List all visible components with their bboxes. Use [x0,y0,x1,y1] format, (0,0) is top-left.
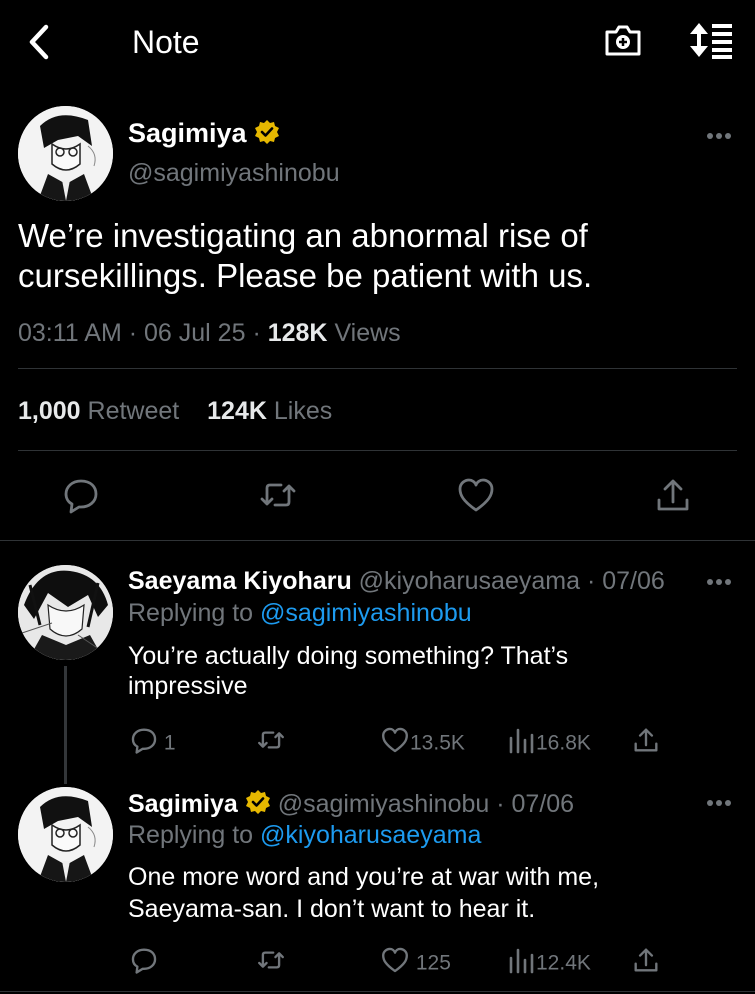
avatar[interactable] [18,106,113,201]
page-title: Note [132,24,200,60]
retweet-action[interactable] [256,726,286,762]
replying-to-link[interactable]: @kiyoharusaeyama [260,821,481,849]
reply-count: 1 [163,731,176,755]
like-icon [380,946,410,982]
like-action[interactable]: 13.5K [380,726,465,762]
share-action[interactable] [632,726,660,762]
views-label: Views [334,319,401,347]
verified-icon [245,789,271,822]
like-icon [380,726,410,762]
retweet-label[interactable]: Retweet [88,397,180,425]
share-icon[interactable] [654,476,692,514]
reply-text-line1: You’re actually doing something? That’s [128,642,569,670]
reply-action[interactable] [130,946,158,982]
engagement-row: 1,000 Retweet 124K Likes [18,396,332,426]
views-count: 128K [267,319,328,347]
views-action[interactable]: 16.8K [508,726,591,762]
share-action[interactable] [632,946,660,982]
divider [0,540,755,541]
retweet-icon [256,946,286,982]
reply-date: · 07/06 [496,790,575,818]
replying-prefix: Replying to [128,821,254,849]
author-name[interactable]: Sagimiya [128,118,247,148]
reply-action[interactable]: 1 [130,726,176,762]
reply-text-line2: impressive [128,672,248,700]
reply-author-handle[interactable]: @kiyoharusaeyama [359,567,580,595]
replying-to: Replying to @sagimiyashinobu [128,598,472,628]
likes-count[interactable]: 124K [207,397,267,425]
reply-author-handle[interactable]: @sagimiyashinobu [278,790,490,818]
avatar[interactable] [18,787,113,882]
views-icon [508,726,536,762]
likes-label[interactable]: Likes [274,397,332,425]
share-icon [632,726,660,762]
reply-header: Saeyama Kiyoharu @kiyoharusaeyama · 07/0… [128,566,665,596]
share-icon [632,946,660,982]
sort-icon[interactable] [688,20,734,60]
reply-text-line1: One more word and you’re at war with me, [128,863,600,891]
like-action[interactable]: 125 [380,946,451,982]
tweet-time: 03:11 AM [18,319,122,347]
back-icon[interactable] [22,22,58,62]
reply-icon [130,946,158,982]
author-row: Sagimiya [128,117,280,152]
like-count: 13.5K [410,731,465,755]
thread-line [64,666,67,784]
retweet-count[interactable]: 1,000 [18,397,81,425]
tweet-meta: 03:11 AM · 06 Jul 25 · 128K Views [18,319,401,347]
divider [0,991,755,992]
reply-author-name[interactable]: Saeyama Kiyoharu [128,567,352,595]
camera-icon[interactable] [603,20,643,60]
retweet-icon[interactable] [259,476,297,514]
more-icon[interactable] [706,131,732,141]
more-icon[interactable] [706,577,732,587]
divider [18,450,737,451]
like-icon[interactable] [457,476,495,514]
reply-header: Sagimiya @sagimiyashinobu · 07/06 [128,789,574,822]
reply-icon [130,726,158,762]
view-count: 12.4K [536,951,591,975]
reply-text-line2: Saeyama-san. I don’t want to hear it. [128,895,536,923]
reply-author-name[interactable]: Sagimiya [128,790,238,818]
retweet-icon [256,726,286,762]
avatar[interactable] [18,565,113,660]
more-icon[interactable] [706,798,732,808]
reply-icon[interactable] [62,476,100,514]
replying-to: Replying to @kiyoharusaeyama [128,820,481,850]
tweet-date: 06 Jul 25 [144,319,246,347]
divider [18,368,737,369]
reply-date: · 07/06 [586,567,665,595]
views-action[interactable]: 12.4K [508,946,591,982]
views-icon [508,946,536,982]
view-count: 16.8K [536,731,591,755]
replying-to-link[interactable]: @sagimiyashinobu [260,599,472,627]
author-handle[interactable]: @sagimiyashinobu [128,158,340,188]
tweet-text: We’re investigating an abnormal rise of … [18,217,593,294]
like-count: 125 [415,951,451,975]
verified-icon [254,119,280,152]
replying-prefix: Replying to [128,599,254,627]
retweet-action[interactable] [256,946,286,982]
